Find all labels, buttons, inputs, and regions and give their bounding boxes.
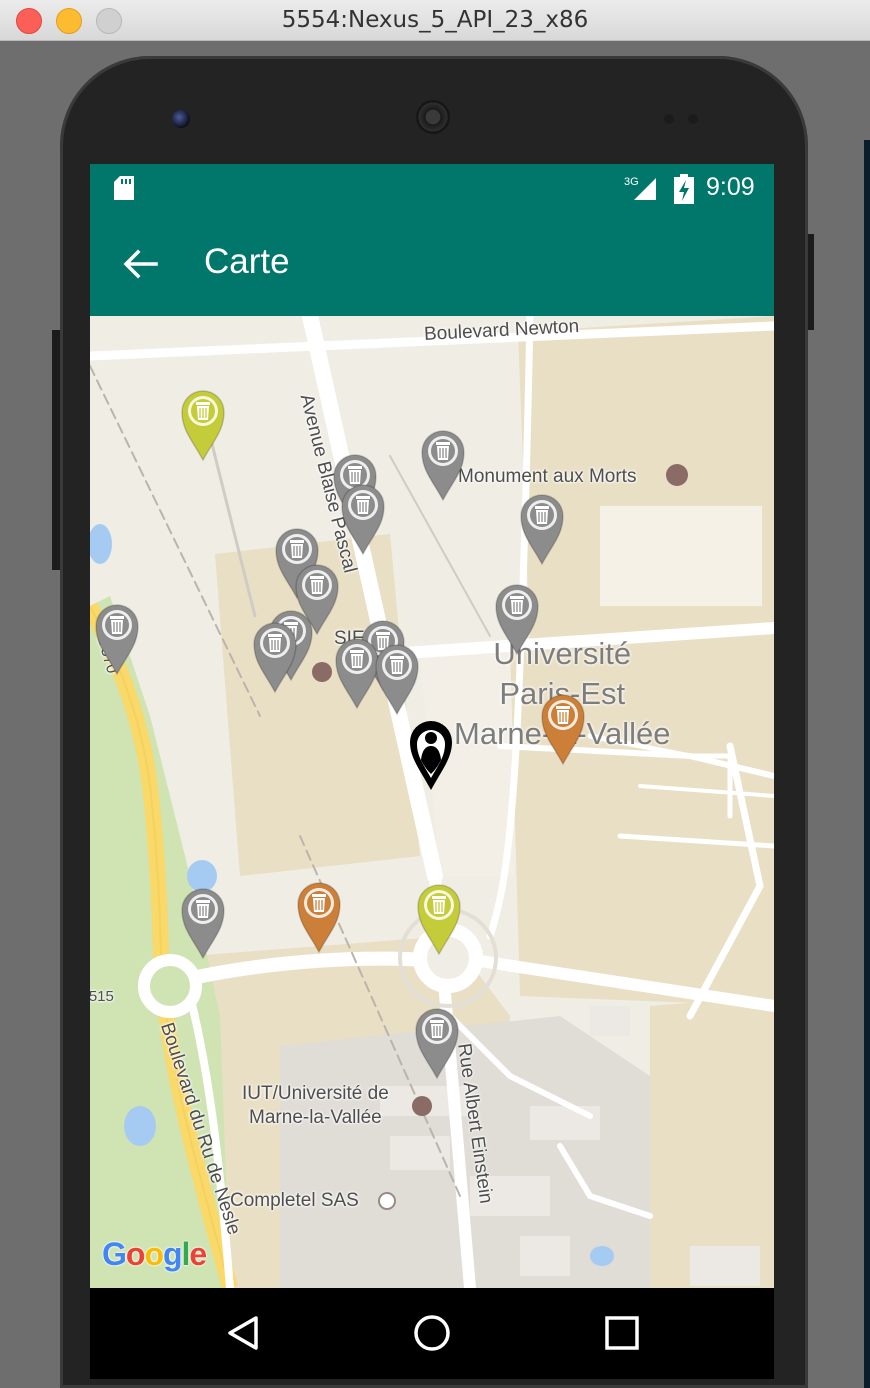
trash-bin-marker-yellow[interactable]: [180, 388, 226, 462]
phone-side-button-left: [52, 330, 60, 570]
trash-bin-marker-yellow[interactable]: [416, 882, 462, 956]
google-logo-letter: o: [144, 1236, 164, 1272]
trash-bin-pin-icon: [495, 584, 539, 656]
signal-3g-icon: 3G: [624, 176, 656, 200]
desktop-background-strip: [864, 140, 870, 1388]
google-logo-letter: g: [162, 1236, 183, 1272]
iut-name-line-1: IUT/Université de: [242, 1083, 389, 1104]
square-recents-icon[interactable]: [601, 1312, 643, 1354]
trash-bin-pin-icon: [341, 484, 385, 556]
map-view[interactable]: Boulevard Newton Avenue Blaise Pascal Ru…: [90, 316, 774, 1288]
trash-bin-pin-icon: [520, 494, 564, 566]
window-title: 5554:Nexus_5_API_23_x86: [281, 7, 589, 33]
trash-bin-pin-icon: [95, 604, 139, 676]
university-name-line-1: Université: [493, 636, 632, 671]
place-label-monument[interactable]: Monument aux Morts: [458, 466, 636, 488]
trash-bin-marker-orange[interactable]: [540, 692, 586, 766]
circle-home-icon[interactable]: [411, 1312, 453, 1354]
trash-bin-marker-gray[interactable]: [494, 582, 540, 656]
trash-bin-pin-icon: [297, 882, 341, 954]
trash-bin-marker-gray[interactable]: [374, 642, 420, 716]
iut-name-line-2: Marne-la-Vallée: [249, 1107, 382, 1128]
completel-poi-icon[interactable]: [378, 1192, 396, 1210]
trash-bin-pin-icon: [415, 1008, 459, 1080]
trash-bin-pin-icon: [417, 884, 461, 956]
user-location-marker[interactable]: [408, 718, 454, 792]
svg-text:3G: 3G: [624, 176, 639, 188]
university-poi-icon[interactable]: [312, 662, 332, 682]
trash-bin-marker-gray[interactable]: [340, 482, 386, 556]
trash-bin-marker-orange[interactable]: [296, 880, 342, 954]
page-title: Carte: [204, 242, 290, 281]
place-label-iut[interactable]: IUT/Université de Marne-la-Vallée: [242, 1082, 389, 1130]
trash-bin-marker-gray[interactable]: [420, 428, 466, 502]
road-label-d515: D515: [90, 988, 114, 1005]
status-bar: 3G 9:09: [90, 164, 774, 212]
status-clock: 9:09: [706, 173, 755, 201]
battery-charging-icon: [674, 174, 694, 204]
app-toolbar: Carte: [90, 212, 774, 316]
trash-bin-marker-gray[interactable]: [414, 1006, 460, 1080]
emulator-titlebar: 5554:Nexus_5_API_23_x86: [0, 0, 870, 41]
trash-bin-marker-gray[interactable]: [94, 602, 140, 676]
trash-bin-marker-gray[interactable]: [519, 492, 565, 566]
trash-bin-pin-icon: [181, 390, 225, 462]
phone-screen: 3G 9:09 Carte Boulevard Newton Avenue Bl…: [90, 164, 774, 1379]
trash-bin-pin-icon: [181, 888, 225, 960]
iut-poi-icon[interactable]: [412, 1096, 432, 1116]
trash-bin-pin-icon: [421, 430, 465, 502]
trash-bin-pin-icon: [541, 694, 585, 766]
android-nav-bar: [90, 1288, 774, 1379]
earpiece-speaker: [416, 100, 450, 134]
monument-poi-icon[interactable]: [666, 464, 688, 486]
front-camera: [172, 110, 190, 128]
google-logo-letter: o: [125, 1236, 146, 1272]
light-sensor: [688, 114, 698, 124]
triangle-back-icon[interactable]: [222, 1312, 264, 1354]
trash-bin-marker-gray[interactable]: [180, 886, 226, 960]
sd-card-icon: [114, 176, 134, 200]
proximity-sensor: [664, 114, 674, 124]
arrow-back-icon[interactable]: [118, 242, 162, 286]
power-button[interactable]: [808, 234, 814, 330]
trash-bin-marker-gray[interactable]: [252, 620, 298, 694]
google-logo-letter: e: [189, 1236, 207, 1272]
trash-bin-pin-icon: [253, 622, 297, 694]
google-logo-letter: G: [102, 1236, 127, 1272]
user-location-pin-icon: [410, 721, 452, 790]
trash-bin-pin-icon: [375, 644, 419, 716]
place-label-completel[interactable]: Completel SAS: [230, 1190, 359, 1212]
google-attribution-logo: Google: [102, 1236, 207, 1273]
